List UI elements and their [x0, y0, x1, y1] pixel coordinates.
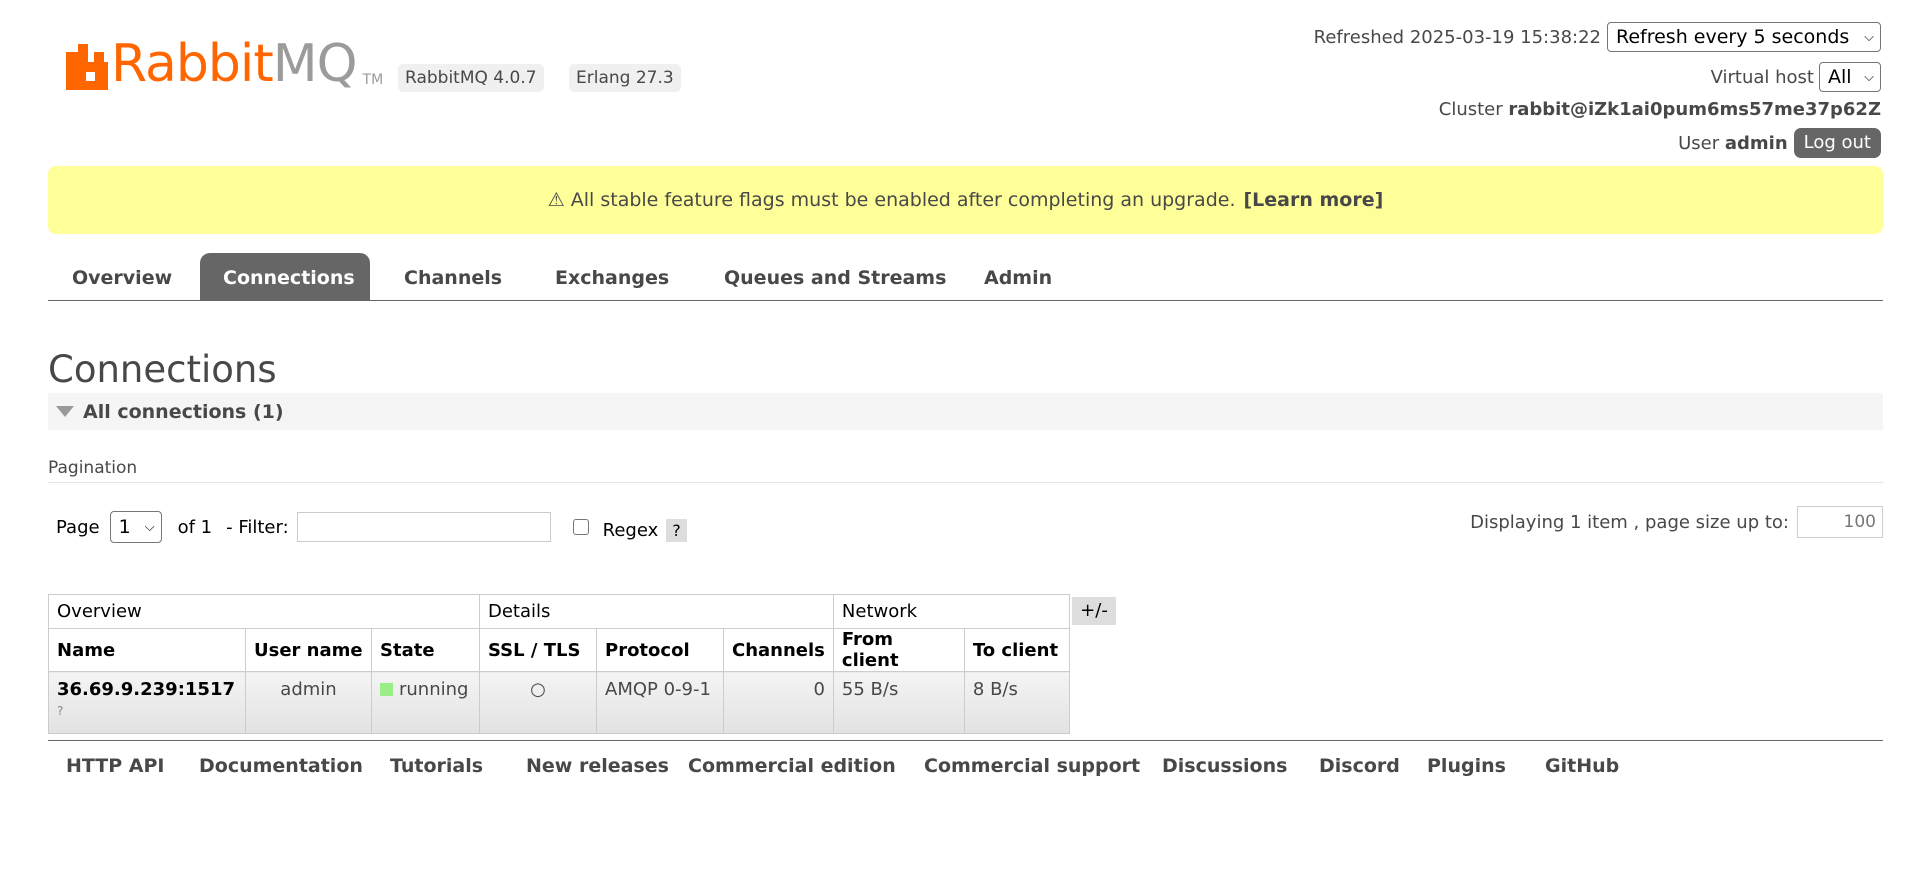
footer-link-plugins[interactable]: Plugins: [1427, 755, 1506, 777]
footer-link-documentation[interactable]: Documentation: [199, 755, 363, 777]
column-header-name[interactable]: Name: [48, 628, 246, 672]
footer-link-commercial-support[interactable]: Commercial support: [924, 755, 1140, 777]
tab-overview[interactable]: Overview: [48, 253, 196, 300]
footer-links: HTTP API Documentation Tutorials New rel…: [48, 740, 1883, 791]
displaying-summary: Displaying 1 item , page size up to:: [1470, 511, 1789, 533]
user-name: admin: [1724, 132, 1788, 154]
state-cell: running: [371, 671, 480, 734]
state-value: running: [399, 679, 469, 700]
column-header-protocol[interactable]: Protocol: [596, 628, 724, 672]
column-group-details: Details: [479, 594, 834, 629]
channels-cell: 0: [723, 671, 834, 734]
user-info: User admin Log out: [1181, 126, 1881, 160]
page-label: Page: [56, 516, 100, 538]
column-group-network: Network: [832, 594, 1070, 629]
chevron-down-icon: ⌵: [1864, 69, 1874, 85]
tab-queues-and-streams[interactable]: Queues and Streams: [700, 253, 970, 300]
logout-button[interactable]: Log out: [1793, 128, 1881, 158]
footer-link-github[interactable]: GitHub: [1545, 755, 1619, 777]
regex-checkbox[interactable]: [572, 519, 589, 535]
footer-link-discord[interactable]: Discord: [1319, 755, 1400, 777]
divider: [48, 482, 1883, 483]
tab-channels[interactable]: Channels: [380, 253, 526, 300]
column-header-from-client[interactable]: From client: [832, 628, 965, 672]
chevron-down-icon: ⌵: [144, 519, 155, 535]
virtual-host-select[interactable]: All ⌵: [1819, 62, 1881, 92]
page-title: Connections: [48, 348, 277, 391]
user-name-cell: admin: [245, 671, 372, 734]
ssl-tls-cell: ○: [479, 671, 597, 734]
page-size-input[interactable]: 100: [1797, 506, 1883, 538]
page-size-controls: Displaying 1 item , page size up to: 100: [1470, 506, 1883, 538]
connections-table: Overview Details Network Name User name …: [48, 594, 1070, 734]
tab-connections[interactable]: Connections: [200, 253, 370, 300]
page-number-value: 1: [118, 516, 131, 538]
toggle-columns-button[interactable]: +/-: [1072, 597, 1116, 625]
page-number-select[interactable]: 1 ⌵: [109, 511, 162, 543]
logo-text-mq: MQ: [272, 34, 358, 94]
rabbitmq-version-badge: RabbitMQ 4.0.7: [398, 64, 544, 92]
main-navigation-tabs: Overview Connections Channels Exchanges …: [48, 253, 1883, 301]
from-client-cell: 55 B/s: [832, 671, 965, 734]
learn-more-link[interactable]: [Learn more]: [1244, 189, 1384, 211]
logo-text-rabbit: Rabbit: [111, 34, 274, 94]
column-header-ssl-tls[interactable]: SSL / TLS: [479, 628, 597, 672]
protocol-cell: AMQP 0-9-1: [596, 671, 724, 734]
tab-admin[interactable]: Admin: [960, 253, 1076, 300]
column-header-state[interactable]: State: [371, 628, 480, 672]
connection-hint: ?: [57, 704, 64, 718]
state-indicator-icon: [380, 683, 393, 696]
cluster-name: rabbit@iZk1ai0pum6ms57me37p62Z: [1508, 99, 1881, 120]
pagination-heading: Pagination: [48, 458, 138, 478]
connection-name-link[interactable]: 36.69.9.239:1517: [57, 679, 235, 700]
logo-trademark: TM: [362, 72, 384, 88]
regex-label: Regex: [602, 519, 659, 541]
footer-link-tutorials[interactable]: Tutorials: [390, 755, 483, 777]
column-group-overview: Overview: [48, 594, 480, 629]
footer-link-discussions[interactable]: Discussions: [1162, 755, 1287, 777]
page-count: of 1: [177, 516, 213, 538]
table-row[interactable]: 36.69.9.239:1517 ? admin running ○ AMQP …: [48, 671, 1070, 734]
header-status: Refreshed 2025-03-19 15:38:22 Refresh ev…: [1181, 20, 1881, 160]
cluster-info: Cluster rabbit@iZk1ai0pum6ms57me37p62Z: [1181, 96, 1881, 124]
rabbitmq-logo[interactable]: Rabbit MQ TM: [66, 38, 383, 90]
connection-name-cell[interactable]: 36.69.9.239:1517 ?: [48, 671, 246, 734]
footer-link-new-releases[interactable]: New releases: [526, 755, 669, 777]
virtual-host-label: Virtual host: [1710, 66, 1814, 88]
section-title: All connections (1): [83, 400, 284, 423]
feature-flags-warning-banner: ⚠ All stable feature flags must be enabl…: [48, 166, 1883, 234]
user-label: User: [1678, 132, 1720, 154]
filter-label: - Filter:: [226, 516, 289, 538]
banner-message: ⚠ All stable feature flags must be enabl…: [547, 189, 1236, 211]
footer-link-commercial-edition[interactable]: Commercial edition: [688, 755, 896, 777]
cluster-label: Cluster: [1438, 99, 1503, 120]
refresh-interval-value: Refresh every 5 seconds: [1616, 26, 1850, 48]
footer-link-http-api[interactable]: HTTP API: [66, 755, 165, 777]
rabbit-logo-icon: [66, 44, 108, 90]
tab-exchanges[interactable]: Exchanges: [531, 253, 693, 300]
all-connections-section-toggle[interactable]: All connections (1): [48, 393, 1883, 430]
refreshed-timestamp: Refreshed 2025-03-19 15:38:22: [1313, 26, 1601, 48]
column-header-to-client[interactable]: To client: [963, 628, 1070, 672]
column-header-channels[interactable]: Channels: [723, 628, 834, 672]
erlang-version-badge: Erlang 27.3: [569, 64, 681, 92]
collapse-triangle-icon: [56, 406, 74, 417]
pagination-controls: Page 1 ⌵ of 1 - Filter: Regex ?: [56, 510, 687, 544]
regex-help-button[interactable]: ?: [666, 518, 687, 542]
virtual-host-value: All: [1828, 66, 1852, 88]
filter-input[interactable]: [296, 512, 551, 542]
refresh-interval-select[interactable]: Refresh every 5 seconds ⌵: [1607, 22, 1881, 52]
chevron-down-icon: ⌵: [1864, 29, 1874, 45]
to-client-cell: 8 B/s: [963, 671, 1070, 734]
column-header-user-name[interactable]: User name: [245, 628, 372, 672]
